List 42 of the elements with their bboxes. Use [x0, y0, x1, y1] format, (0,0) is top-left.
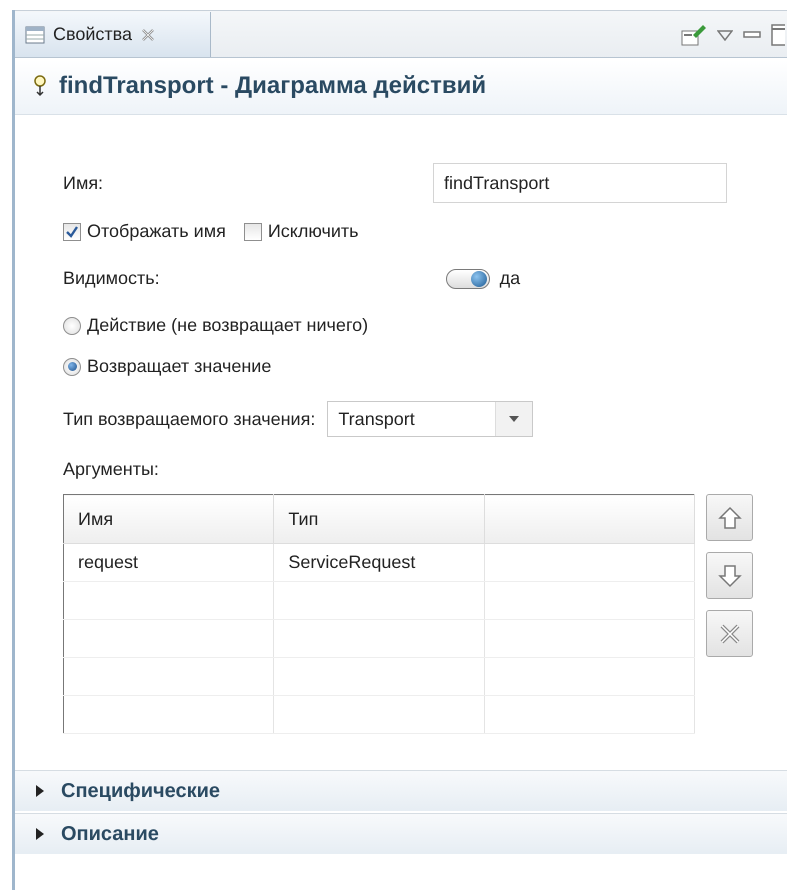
view-menu-icon[interactable] [717, 28, 733, 40]
toggle-switch[interactable] [446, 268, 490, 288]
checkbox-label: Исключить [268, 221, 359, 242]
column-header[interactable]: Имя [64, 494, 274, 544]
radio-label: Возвращает значение [87, 356, 272, 377]
minimize-icon[interactable] [743, 30, 761, 38]
panel-title: findTransport - Диаграмма действий [59, 72, 486, 100]
table-cell: request [64, 544, 274, 582]
table-icon [25, 26, 45, 44]
lightbulb-icon [33, 75, 47, 97]
checkbox[interactable] [244, 222, 262, 240]
properties-tab[interactable]: Свойства [15, 12, 211, 57]
arrow-down-icon [718, 564, 742, 588]
move-down-button[interactable] [706, 552, 753, 599]
close-icon [718, 622, 742, 646]
section-header[interactable]: Описание [15, 813, 787, 854]
triangle-icon [35, 784, 45, 798]
name-label: Имя: [63, 172, 104, 194]
table-cell: ServiceRequest [274, 544, 484, 582]
checkbox[interactable] [63, 222, 81, 240]
checkbox-label: Отображать имя [87, 221, 226, 242]
close-icon[interactable] [140, 26, 156, 42]
tab-label: Свойства [53, 24, 132, 45]
check-icon [65, 224, 79, 238]
return-type-label: Тип возвращаемого значения: [63, 408, 316, 430]
name-input[interactable]: findTransport [433, 163, 727, 203]
caret-icon [509, 416, 520, 422]
arrow-up-icon [718, 506, 742, 530]
radio-label: Действие (не возвращает ничего) [87, 315, 368, 336]
column-header[interactable]: Тип [274, 494, 484, 544]
maximize-icon[interactable] [771, 24, 785, 46]
radio-button[interactable] [63, 316, 81, 334]
arguments-label: Аргументы: [63, 459, 160, 480]
triangle-icon [35, 827, 45, 841]
toggle-value: да [500, 268, 520, 289]
move-up-button[interactable] [706, 494, 753, 541]
section-header[interactable]: Специфические [15, 770, 787, 811]
visibility-label: Видимость: [63, 268, 160, 289]
radio-button[interactable] [63, 358, 81, 376]
remove-button[interactable] [706, 610, 753, 657]
pin-icon[interactable] [681, 22, 707, 46]
return-type-dropdown[interactable]: Transport [327, 401, 534, 437]
